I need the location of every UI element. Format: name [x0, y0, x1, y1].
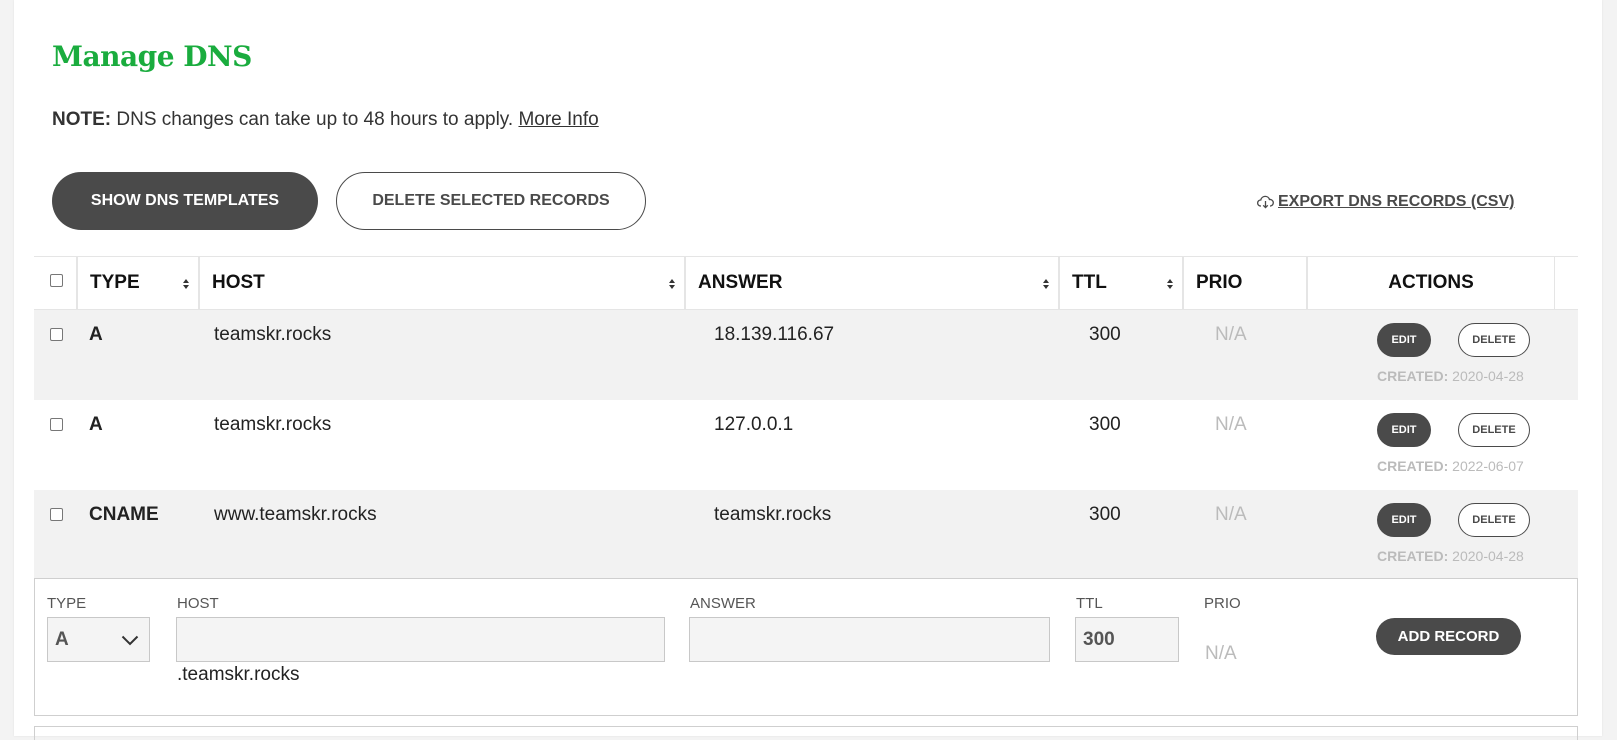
column-header-type[interactable]: TYPE — [76, 257, 198, 309]
more-info-link[interactable]: More Info — [518, 109, 598, 130]
record-prio: N/A — [1215, 504, 1247, 525]
row-checkbox[interactable] — [50, 418, 63, 431]
table-row: A teamskr.rocks 18.139.116.67 300 N/A ED… — [34, 310, 1578, 400]
type-label: TYPE — [47, 595, 87, 612]
column-header-host[interactable]: HOST — [198, 257, 684, 309]
ttl-label: TTL — [1076, 595, 1103, 612]
table-header: TYPE HOST ANSWER TTL PRIO ACTIONS — [34, 256, 1578, 310]
cloud-download-icon — [1257, 195, 1274, 209]
record-prio: N/A — [1215, 324, 1247, 345]
created-date: CREATED: 2020-04-28 — [1377, 548, 1524, 564]
host-label: HOST — [177, 595, 219, 612]
column-label: HOST — [212, 272, 265, 293]
column-header-ttl[interactable]: TTL — [1058, 257, 1182, 309]
record-answer: 18.139.116.67 — [714, 324, 835, 345]
record-host: teamskr.rocks — [214, 414, 332, 435]
ttl-input[interactable] — [1075, 617, 1179, 662]
export-label: EXPORT DNS RECORDS (CSV) — [1278, 193, 1515, 210]
prio-label: PRIO — [1204, 595, 1241, 612]
record-ttl: 300 — [1089, 414, 1121, 435]
table-row: A teamskr.rocks 127.0.0.1 300 N/A EDIT D… — [34, 400, 1578, 490]
created-label: CREATED: — [1377, 548, 1449, 564]
created-value: 2022-06-07 — [1448, 458, 1524, 474]
record-type: A — [89, 324, 103, 345]
row-checkbox[interactable] — [50, 508, 63, 521]
select-all-checkbox[interactable] — [50, 274, 63, 287]
created-label: CREATED: — [1377, 368, 1449, 384]
column-label: TYPE — [90, 272, 140, 293]
column-header-actions: ACTIONS — [1306, 257, 1555, 309]
record-host: teamskr.rocks — [214, 324, 332, 345]
export-dns-records-link[interactable]: EXPORT DNS RECORDS (CSV) — [1257, 193, 1514, 211]
add-record-form: TYPE A HOST .teamskr.rocks ANSWER TTL PR… — [34, 578, 1578, 716]
type-select[interactable]: A — [47, 617, 150, 662]
column-label: ACTIONS — [1388, 272, 1474, 293]
note-text: DNS changes can take up to 48 hours to a… — [111, 109, 519, 130]
host-domain-suffix: .teamskr.rocks — [177, 664, 300, 685]
dns-records-table: TYPE HOST ANSWER TTL PRIO ACTIONS A team… — [34, 256, 1578, 580]
record-ttl: 300 — [1089, 324, 1121, 345]
delete-record-button[interactable]: DELETE — [1458, 323, 1530, 357]
record-host: www.teamskr.rocks — [214, 504, 377, 525]
table-row: CNAME www.teamskr.rocks teamskr.rocks 30… — [34, 490, 1578, 580]
column-header-answer[interactable]: ANSWER — [684, 257, 1058, 309]
record-ttl: 300 — [1089, 504, 1121, 525]
delete-record-button[interactable]: DELETE — [1458, 503, 1530, 537]
record-type: A — [89, 414, 103, 435]
column-label: ANSWER — [698, 272, 783, 293]
add-record-button[interactable]: ADD RECORD — [1376, 618, 1521, 655]
show-dns-templates-button[interactable]: SHOW DNS TEMPLATES — [52, 172, 318, 230]
page-title: Manage DNS — [52, 40, 252, 73]
prio-value: N/A — [1205, 643, 1237, 664]
created-value: 2020-04-28 — [1448, 548, 1524, 564]
answer-input[interactable] — [689, 617, 1050, 662]
created-label: CREATED: — [1377, 458, 1449, 474]
created-date: CREATED: 2020-04-28 — [1377, 368, 1524, 384]
type-select-value: A — [55, 628, 69, 650]
sort-icon — [1167, 279, 1173, 289]
next-section-edge — [34, 726, 1578, 740]
record-answer: teamskr.rocks — [714, 504, 832, 525]
chevron-down-icon — [121, 635, 139, 646]
note-label: NOTE: — [52, 109, 112, 130]
column-label: PRIO — [1196, 272, 1243, 293]
edit-record-button[interactable]: EDIT — [1377, 413, 1431, 447]
sort-icon — [669, 279, 675, 289]
host-input[interactable] — [176, 617, 665, 662]
column-header-prio: PRIO — [1182, 257, 1306, 309]
edit-record-button[interactable]: EDIT — [1377, 503, 1431, 537]
dns-note: NOTE: DNS changes can take up to 48 hour… — [52, 109, 599, 131]
answer-label: ANSWER — [690, 595, 756, 612]
record-answer: 127.0.0.1 — [714, 414, 794, 435]
record-type: CNAME — [89, 504, 159, 525]
sort-icon — [1043, 279, 1049, 289]
record-prio: N/A — [1215, 414, 1247, 435]
created-value: 2020-04-28 — [1448, 368, 1524, 384]
delete-record-button[interactable]: DELETE — [1458, 413, 1530, 447]
delete-selected-records-button[interactable]: DELETE SELECTED RECORDS — [336, 172, 646, 230]
row-checkbox[interactable] — [50, 328, 63, 341]
created-date: CREATED: 2022-06-07 — [1377, 458, 1524, 474]
sort-icon — [183, 279, 189, 289]
edit-record-button[interactable]: EDIT — [1377, 323, 1431, 357]
column-label: TTL — [1072, 272, 1107, 293]
